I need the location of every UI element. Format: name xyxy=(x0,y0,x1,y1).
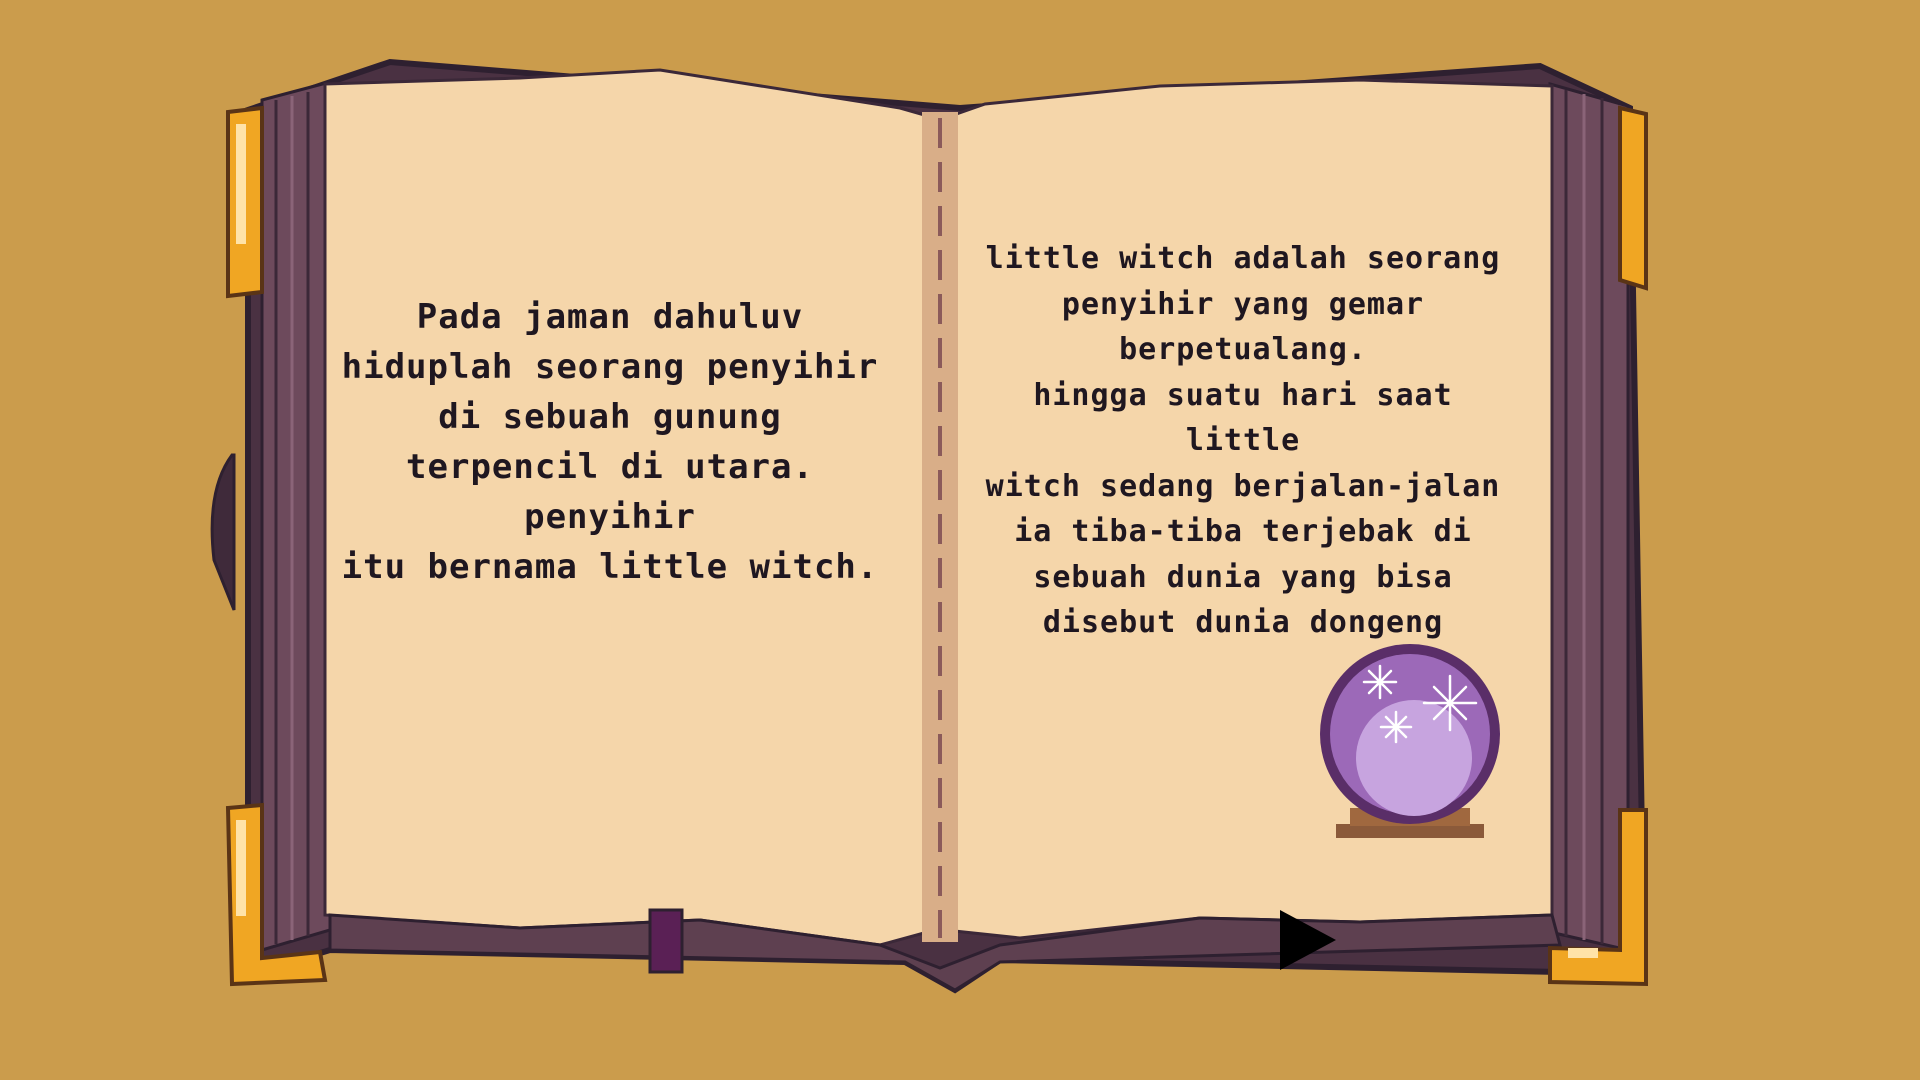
play-triangle-icon xyxy=(1280,910,1336,970)
left-page-edges xyxy=(260,80,332,953)
right-page-story-text: little witch adalah seorang penyihir yan… xyxy=(985,241,1501,640)
right-page-edges xyxy=(1548,82,1630,952)
bookmark-ribbon xyxy=(648,908,684,974)
open-book xyxy=(210,58,1648,994)
book-strap xyxy=(210,453,236,611)
story-screen: Pada jaman dahuluv hiduplah seorang peny… xyxy=(0,0,1920,1080)
left-page-story-text: Pada jaman dahuluv hiduplah seorang peny… xyxy=(341,297,879,587)
next-page-button[interactable] xyxy=(1278,908,1338,972)
crystal-ball-icon xyxy=(1320,644,1500,838)
